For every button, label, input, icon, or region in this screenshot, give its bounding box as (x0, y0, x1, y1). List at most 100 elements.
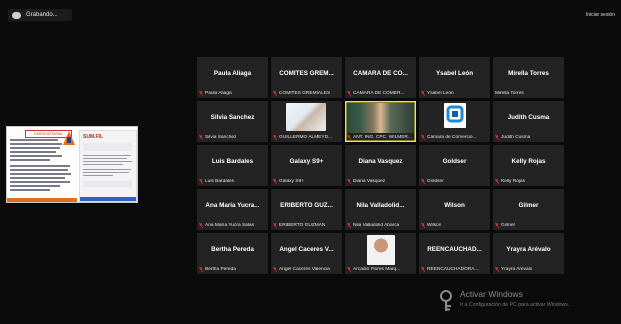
mic-muted-icon (346, 134, 352, 140)
video-feed (347, 103, 414, 133)
participant-footer: Wilson (420, 221, 489, 229)
mic-muted-icon (198, 90, 204, 96)
participant-label: COMITES GREMIALES (279, 90, 331, 96)
mic-muted-icon (272, 178, 278, 184)
participant-footer: ANT. ING. CPC. WILMER... (346, 133, 415, 141)
participant-name: Angel Caceres V... (279, 246, 334, 253)
mic-muted-icon (272, 90, 278, 96)
mic-muted-icon (272, 266, 278, 272)
windows-activation-watermark: Activar Windows Ir a Configuración de PC… (435, 289, 615, 319)
shared-document: CARTA NOTARIAL (7, 127, 77, 202)
participant-footer: Luis Bardales (198, 177, 267, 185)
participant-tile[interactable]: Judith Cusma Judith Cusma (493, 101, 564, 142)
person-photo (367, 235, 395, 265)
participant-label: Gilmer (501, 222, 516, 228)
participant-tile[interactable]: Nila Valladolid... Nila Valladolid Abarca (345, 189, 416, 230)
participant-footer: Yrayra Arévalo (494, 265, 563, 273)
participant-name: Nila Valladolid... (356, 202, 405, 209)
participant-name: ERIBERTO GUZ... (280, 202, 333, 209)
participant-name: Wilson (444, 202, 465, 209)
participant-label: Paula Aliaga (205, 90, 232, 96)
participant-name: Diana Vasquez (358, 158, 403, 165)
mic-muted-icon (198, 266, 204, 272)
handshake-photo (286, 103, 326, 131)
participant-footer: Galaxy S9+ (272, 177, 341, 185)
participant-label: ERIBERTO GUZMAN (279, 222, 326, 228)
participant-tile[interactable]: REENCAUCHAD... REENCAUCHADORA ... (419, 233, 490, 274)
mic-muted-icon (346, 222, 352, 228)
participant-tile[interactable]: Paula Aliaga Paula Aliaga (197, 57, 268, 98)
mic-muted-icon (494, 134, 500, 140)
participant-label: Bertha Pereda (205, 266, 236, 272)
participant-tile[interactable]: Gilmer Gilmer (493, 189, 564, 230)
mic-muted-icon (272, 222, 278, 228)
chamber-logo (444, 103, 466, 128)
shared-screen-thumbnail[interactable]: CARTA NOTARIAL SUM.FIL (6, 126, 138, 203)
participant-footer: Paula Aliaga (198, 89, 267, 97)
mic-muted-icon (346, 178, 352, 184)
preview-brand: SUM.FIL (83, 134, 103, 140)
participant-name: REENCAUCHAD... (427, 246, 482, 253)
mic-muted-icon (420, 90, 426, 96)
mic-muted-icon (346, 90, 352, 96)
participant-tile[interactable]: Silvia Sanchez Silvia Sanchez (197, 101, 268, 142)
participant-footer: Cámara de Comercio... (420, 133, 489, 141)
mic-muted-icon (198, 178, 204, 184)
participant-tile[interactable]: Galaxy S9+ Galaxy S9+ (271, 145, 342, 186)
mic-muted-icon (198, 134, 204, 140)
participant-label: Nila Valladolid Abarca (353, 222, 400, 228)
participant-footer: Goldser (420, 177, 489, 185)
participant-tile[interactable]: Wilson Wilson (419, 189, 490, 230)
participant-tile[interactable]: COMITES GREM... COMITES GREMIALES (271, 57, 342, 98)
participant-tile[interactable]: GUILLERMO ALMEYD... (271, 101, 342, 142)
participant-footer: Nila Valladolid Abarca (346, 221, 415, 229)
participant-tile[interactable]: Mirella Torres Mirella Torres (493, 57, 564, 98)
participant-label: Luis Bardales (205, 178, 235, 184)
participant-tile[interactable]: Kelly Rojas Kelly Rojas (493, 145, 564, 186)
participant-name: Goldser (442, 158, 467, 165)
participant-label: Mirella Torres (495, 90, 524, 96)
mic-muted-icon (420, 266, 426, 272)
recording-indicator[interactable]: Grabando... (8, 9, 72, 21)
document-logo-icon (63, 131, 75, 145)
mic-muted-icon (494, 178, 500, 184)
participant-name: Kelly Rojas (511, 158, 546, 165)
login-link[interactable]: Iniciar sesión (586, 12, 615, 18)
participant-tile[interactable]: Yrayra Arévalo Yrayra Arévalo (493, 233, 564, 274)
participant-tile[interactable]: ANT. ING. CPC. WILMER... (345, 101, 416, 142)
participant-tile[interactable]: Goldser Goldser (419, 145, 490, 186)
participant-tile[interactable]: Bertha Pereda Bertha Pereda (197, 233, 268, 274)
watermark-title: Activar Windows (460, 289, 523, 299)
participant-tile[interactable]: Diana Vasquez Diana Vasquez (345, 145, 416, 186)
participant-name: Ana María Yucra... (205, 202, 260, 209)
participant-footer: Bertha Pereda (198, 265, 267, 273)
participant-label: ANT. ING. CPC. WILMER... (353, 134, 412, 140)
participant-footer: REENCAUCHADORA ... (420, 265, 489, 273)
participant-footer: Diana Vasquez (346, 177, 415, 185)
participant-label: Arcadio Flores Marq... (353, 266, 401, 272)
shared-document-preview: SUM.FIL (79, 130, 137, 202)
participant-tile[interactable]: Ysabel León Ysabel León (419, 57, 490, 98)
participant-footer: Ysabel León (420, 89, 489, 97)
participant-tile[interactable]: Ana María Yucra... Ana María Yucra Salas (197, 189, 268, 230)
participant-tile[interactable]: Luis Bardales Luis Bardales (197, 145, 268, 186)
participant-tile[interactable]: Cámara de Comercio... (419, 101, 490, 142)
participant-footer: CAMARA DE COMER... (346, 89, 415, 97)
participant-name: Silvia Sanchez (210, 114, 255, 121)
participant-footer: Mirella Torres (495, 89, 563, 97)
participant-tile[interactable]: Angel Caceres V... Angel Caceres Valencia (271, 233, 342, 274)
participant-footer: ERIBERTO GUZMAN (272, 221, 341, 229)
participant-tile[interactable]: ERIBERTO GUZ... ERIBERTO GUZMAN (271, 189, 342, 230)
participant-name: Yrayra Arévalo (506, 246, 551, 253)
participant-label: Judith Cusma (501, 134, 531, 140)
participant-tile[interactable]: Arcadio Flores Marq... (345, 233, 416, 274)
participant-label: GUILLERMO ALMEYD... (279, 134, 333, 140)
participant-footer: Arcadio Flores Marq... (346, 265, 415, 273)
watermark-subtitle: Ir a Configuración de PC para activar Wi… (460, 302, 570, 308)
participant-label: Cámara de Comercio... (427, 134, 477, 140)
cloud-record-icon (12, 11, 21, 19)
participant-label: Silvia Sanchez (205, 134, 237, 140)
participant-tile[interactable]: CAMARA DE CO... CAMARA DE COMER... (345, 57, 416, 98)
mic-muted-icon (420, 222, 426, 228)
participant-label: Galaxy S9+ (279, 178, 304, 184)
